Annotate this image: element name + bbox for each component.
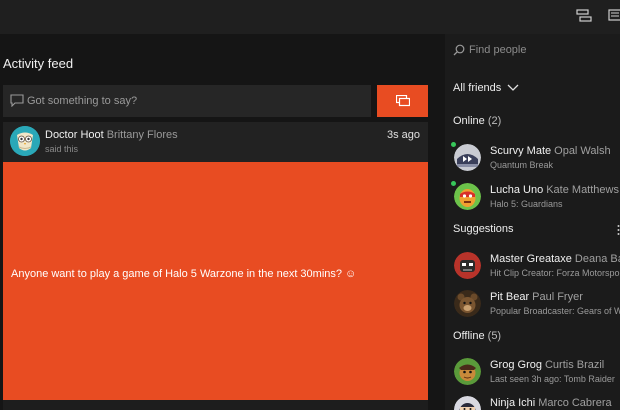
- friend-gamertag: Ninja Ichi: [490, 397, 536, 409]
- avatar: [454, 358, 481, 385]
- avatar: [454, 144, 481, 171]
- friend-name: Lucha Uno Kate Matthews: [490, 184, 619, 196]
- post-timestamp: 3s ago: [386, 129, 420, 141]
- activity-feed-panel: Activity feed Got something to say? Doct…: [0, 34, 445, 410]
- post-author: Doctor Hoot Brittany Flores: [45, 129, 178, 141]
- friend-status: Popular Broadcaster: Gears of War: [490, 306, 620, 316]
- activity-post[interactable]: Doctor Hoot Brittany Flores said this 3s …: [3, 122, 428, 410]
- friend-item[interactable]: Scurvy Mate Opal Walsh Quantum Break: [445, 142, 620, 178]
- avatar: [454, 183, 481, 210]
- friend-name: Master GreataxeDeana Barr: [490, 253, 620, 265]
- section-online: Online (2): [453, 115, 501, 127]
- post-subtitle: said this: [45, 144, 79, 154]
- filter-label: All friends: [453, 82, 502, 94]
- section-suggestions: Suggestions: [453, 223, 514, 235]
- post-text: Anyone want to play a game of Halo 5 War…: [11, 268, 357, 280]
- friend-gamertag: Master Greataxe: [490, 253, 572, 265]
- avatar: [454, 290, 481, 317]
- avatar: [454, 396, 481, 410]
- friend-status: Hit Clip Creator: Forza Motorsport: [490, 268, 620, 278]
- party-icon[interactable]: [576, 9, 594, 25]
- top-bar: [0, 0, 620, 34]
- friend-item[interactable]: Ninja Ichi Marco Cabrera: [445, 394, 620, 410]
- online-indicator: [451, 181, 456, 186]
- friend-gamertag: Lucha Uno: [490, 184, 544, 196]
- friend-realname: Curtis Brazil: [544, 359, 605, 371]
- find-people-input[interactable]: [469, 40, 609, 60]
- chevron-down-icon: [507, 84, 519, 91]
- friend-gamertag: Grog Grog: [490, 359, 542, 371]
- friend-gamertag: Pit Bear: [490, 291, 530, 303]
- section-offline-count: (5): [487, 330, 502, 342]
- friend-name: Grog Grog Curtis Brazil: [490, 359, 604, 371]
- composer-input[interactable]: [27, 85, 367, 117]
- friend-name: Ninja Ichi Marco Cabrera: [490, 397, 612, 409]
- section-offline: Offline (5): [453, 330, 501, 342]
- chat-bubble-icon: [10, 94, 24, 108]
- friend-name: Pit Bear Paul Fryer: [490, 291, 583, 303]
- search-icon: [453, 43, 465, 61]
- post-header: Doctor Hoot Brittany Flores said this 3s …: [3, 122, 428, 162]
- author-realname: Brittany Flores: [106, 129, 178, 141]
- page-title: Activity feed: [3, 56, 74, 71]
- post-button[interactable]: [377, 85, 428, 117]
- friend-item[interactable]: Lucha Uno Kate Matthews Halo 5: Guardians: [445, 181, 620, 217]
- friends-sidebar: All friends Online (2) Scurvy MateOpal W…: [445, 34, 620, 410]
- section-suggestions-label: Suggestions: [453, 223, 514, 235]
- friend-item[interactable]: Grog Grog Curtis Brazil Last seen 3h ago:…: [445, 356, 620, 392]
- section-online-label: Online: [453, 115, 485, 127]
- friend-gamertag: Scurvy Mate: [490, 145, 552, 157]
- friend-status: Halo 5: Guardians: [490, 199, 563, 209]
- messages-icon[interactable]: [608, 9, 620, 25]
- post-icon: [396, 95, 410, 107]
- friend-realname: Marco Cabrera: [538, 397, 612, 409]
- section-online-count: (2): [487, 115, 502, 127]
- friend-realname: Deana Barr: [574, 253, 620, 265]
- friend-realname: Paul Fryer: [532, 291, 583, 303]
- composer[interactable]: [3, 85, 371, 117]
- friend-realname: Opal Walsh: [554, 145, 611, 157]
- suggestion-item[interactable]: Master GreataxeDeana Barr Hit Clip Creat…: [445, 250, 620, 286]
- friends-filter-dropdown[interactable]: All friends: [453, 82, 519, 94]
- friend-status: Quantum Break: [490, 160, 554, 170]
- friend-realname: Kate Matthews: [546, 184, 619, 196]
- friend-status: Last seen 3h ago: Tomb Raider: [490, 374, 615, 384]
- friend-name: Scurvy Mate Opal Walsh: [490, 145, 611, 157]
- suggestion-item[interactable]: Pit Bear Paul Fryer Popular Broadcaster: …: [445, 288, 620, 324]
- avatar[interactable]: [10, 126, 40, 156]
- online-indicator: [451, 142, 456, 147]
- post-body[interactable]: Anyone want to play a game of Halo 5 War…: [3, 162, 428, 400]
- author-gamertag[interactable]: Doctor Hoot: [45, 129, 104, 141]
- section-offline-label: Offline: [453, 330, 485, 342]
- avatar: [454, 252, 481, 279]
